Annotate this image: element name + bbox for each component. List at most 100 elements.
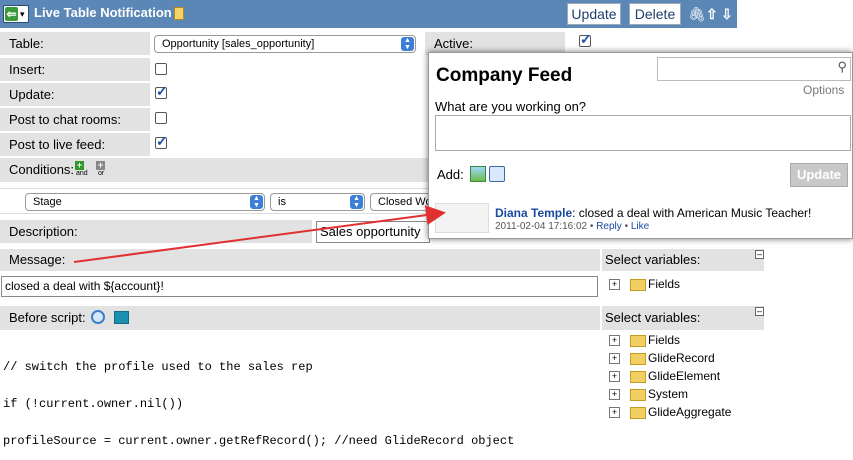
- script-line: profileSource = current.owner.getRefReco…: [3, 434, 515, 448]
- post-author-link[interactable]: Diana Temple: [495, 206, 572, 220]
- plus-icon: +: [96, 160, 105, 170]
- folder-icon: [630, 407, 646, 419]
- paperclip-icon[interactable]: 🖇: [688, 6, 706, 23]
- select-arrows-icon: ▲ ▼: [350, 195, 363, 209]
- tree-item-glideelement[interactable]: + GlideElement: [602, 368, 762, 386]
- feed-prompt: What are you working on?: [435, 99, 587, 114]
- description-label: Description:: [0, 220, 312, 243]
- company-feed-popup: Company Feed ⚲ Options What are you work…: [428, 52, 853, 239]
- collapse-icon[interactable]: –: [755, 307, 764, 316]
- feed-options-link[interactable]: Options: [803, 83, 844, 97]
- tree-item-system[interactable]: + System: [602, 386, 762, 404]
- reply-link[interactable]: Reply: [596, 221, 622, 232]
- expand-icon[interactable]: +: [609, 407, 620, 418]
- folder-icon: [630, 371, 646, 383]
- add-or-condition-button[interactable]: + or: [96, 161, 110, 177]
- delete-button[interactable]: Delete: [629, 3, 681, 25]
- condition-field-value: Stage: [33, 196, 62, 208]
- table-select-value: Opportunity [sales_opportunity]: [162, 38, 315, 50]
- post-chat-label: Post to chat rooms:: [0, 108, 150, 131]
- collapse-icon[interactable]: –: [755, 250, 764, 259]
- update-checkbox[interactable]: [155, 83, 168, 100]
- table-label: Table:: [0, 32, 150, 55]
- page-title: Live Table Notification: [34, 5, 172, 20]
- variables-tree-top: + Fields: [602, 274, 762, 300]
- folder-icon: [630, 335, 646, 347]
- script-validate-icon[interactable]: [91, 310, 105, 324]
- post-timestamp: 2011-02-04 17:16:02: [495, 221, 588, 232]
- meta-separator: •: [624, 221, 629, 232]
- select-variables-label: Select variables:: [602, 249, 764, 271]
- tree-item-glideaggregate[interactable]: + GlideAggregate: [602, 404, 762, 422]
- tree-item-gliderecord[interactable]: + GlideRecord: [602, 350, 762, 368]
- arrow-down-icon[interactable]: ⇩: [721, 6, 733, 23]
- post-feed-checkbox[interactable]: [155, 133, 168, 150]
- arrow-up-icon[interactable]: ⇧: [706, 6, 718, 23]
- add-and-condition-button[interactable]: + and: [75, 161, 89, 177]
- update-button[interactable]: Update: [567, 3, 621, 25]
- script-line: // switch the profile used to the sales …: [3, 360, 313, 374]
- or-label: or: [98, 170, 105, 177]
- expand-icon[interactable]: +: [609, 279, 620, 290]
- feed-search-input[interactable]: ⚲: [657, 57, 851, 81]
- folder-icon: [630, 389, 646, 401]
- folder-icon: [630, 353, 646, 365]
- variables-tree-bottom: + Fields + GlideRecord + GlideElement + …: [602, 330, 762, 419]
- search-icon: ⚲: [837, 59, 847, 74]
- feed-post: Diana Temple: closed a deal with America…: [495, 206, 811, 220]
- script-editor[interactable]: // switch the profile used to the sales …: [3, 337, 598, 460]
- tree-item-label: GlideRecord: [648, 351, 715, 365]
- meta-separator: •: [589, 221, 594, 232]
- message-label: Message:: [0, 249, 600, 271]
- condition-operator-select[interactable]: is ▲ ▼: [270, 193, 365, 211]
- before-script-label: Before script:: [9, 310, 86, 325]
- feed-status-input[interactable]: [435, 115, 851, 151]
- update-label: Update:: [0, 83, 150, 106]
- condition-field-select[interactable]: Stage ▲ ▼: [25, 193, 265, 211]
- post-feed-label: Post to live feed:: [0, 133, 150, 156]
- post-text: : closed a deal with American Music Teac…: [572, 206, 812, 220]
- description-input[interactable]: Sales opportunity: [316, 221, 430, 243]
- select-arrows-icon: ▲ ▼: [250, 195, 263, 209]
- condition-operator-value: is: [278, 196, 286, 208]
- active-checkbox[interactable]: [579, 31, 592, 48]
- feed-add-label: Add:: [437, 167, 464, 182]
- select-variables-label-2: Select variables:: [602, 306, 764, 330]
- tree-item-label: System: [648, 387, 689, 401]
- add-image-icon[interactable]: [470, 166, 486, 182]
- tree-item-label: GlideElement: [648, 369, 721, 383]
- conditions-label: Conditions:: [9, 162, 75, 177]
- insert-checkbox[interactable]: [155, 63, 167, 75]
- condition-value-text: Closed Won: [378, 196, 430, 208]
- tree-item-fields[interactable]: + Fields: [602, 332, 762, 350]
- folder-icon: [630, 279, 646, 291]
- back-menu-button[interactable]: ⇐ ▾: [3, 5, 29, 23]
- tree-item-fields[interactable]: + Fields: [602, 276, 762, 294]
- post-meta: 2011-02-04 17:16:02 • Reply • Like: [495, 221, 649, 232]
- like-link[interactable]: Like: [631, 221, 649, 232]
- message-input[interactable]: closed a deal with ${account}!: [1, 276, 598, 297]
- add-link-icon[interactable]: [489, 166, 505, 182]
- expand-icon[interactable]: +: [609, 353, 620, 364]
- back-arrow-icon: ⇐: [5, 7, 18, 21]
- post-chat-checkbox[interactable]: [155, 112, 167, 124]
- condition-value-select[interactable]: Closed Won: [370, 193, 430, 211]
- table-select[interactable]: Opportunity [sales_opportunity] ▲ ▼: [154, 35, 416, 53]
- expand-icon[interactable]: +: [609, 389, 620, 400]
- script-line: if (!current.owner.nil()): [3, 397, 184, 411]
- attachment-note-icon[interactable]: [174, 7, 184, 20]
- plus-icon: +: [75, 160, 84, 170]
- and-label: and: [76, 170, 88, 177]
- script-editor-icon[interactable]: [114, 311, 129, 324]
- post-thumbnail: [435, 203, 489, 233]
- feed-title: Company Feed: [436, 65, 573, 86]
- insert-label: Insert:: [0, 58, 150, 81]
- before-script-label-bar: Before script:: [0, 306, 600, 330]
- tree-item-label: Fields: [648, 277, 681, 291]
- tree-item-label: Fields: [648, 333, 681, 347]
- expand-icon[interactable]: +: [609, 335, 620, 346]
- expand-icon[interactable]: +: [609, 371, 620, 382]
- feed-update-button[interactable]: Update: [790, 163, 848, 187]
- tree-item-label: GlideAggregate: [648, 405, 732, 419]
- select-arrows-icon: ▲ ▼: [401, 37, 414, 51]
